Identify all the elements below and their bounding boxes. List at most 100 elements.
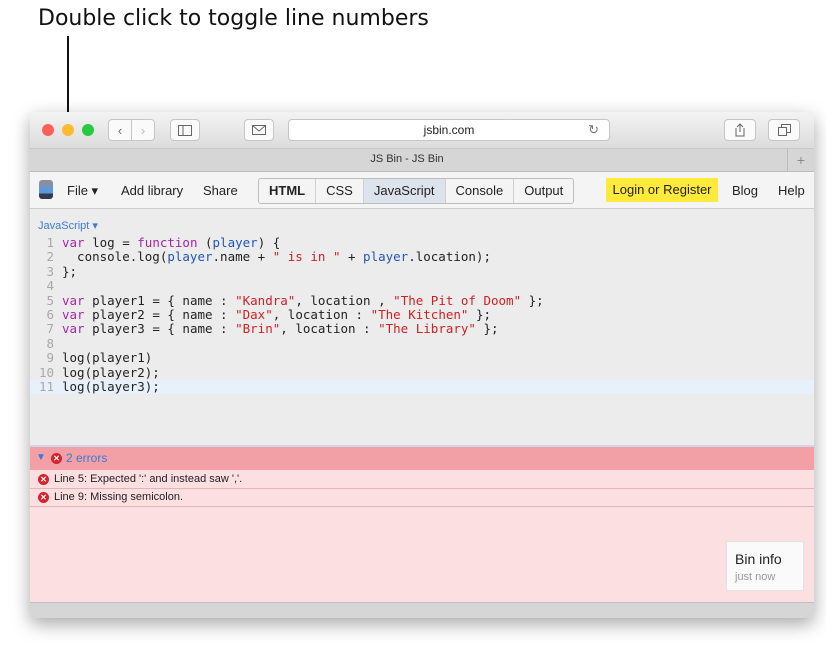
code-line[interactable]: 5 var player1 = { name : "Kandra", locati… <box>30 292 814 308</box>
code-line[interactable]: 6 var player2 = { name : "Dax", location … <box>30 306 814 322</box>
line-number[interactable]: 1 <box>30 235 62 250</box>
code-token: var <box>62 292 93 308</box>
code-token: "The Pit of Doom" <box>393 292 522 308</box>
panel-tab-html[interactable]: HTML <box>259 179 315 203</box>
line-number[interactable]: 8 <box>30 336 62 351</box>
code-line[interactable]: 10 log(player2); <box>30 364 814 380</box>
code-token: player <box>212 235 258 250</box>
code-line[interactable]: 7 var player3 = { name : "Brin", location… <box>30 321 814 337</box>
line-number[interactable]: 10 <box>30 365 62 380</box>
panel-tab-css[interactable]: CSS <box>315 179 363 203</box>
code-token: , location : <box>280 321 379 337</box>
error-message: Line 9: Missing semicolon. <box>54 491 184 503</box>
forward-button[interactable]: › <box>131 119 155 141</box>
share-button[interactable] <box>724 119 756 141</box>
code-token: log = <box>92 235 138 250</box>
panel-tab-console[interactable]: Console <box>444 179 514 203</box>
line-number[interactable]: 9 <box>30 350 62 365</box>
mail-button[interactable] <box>244 119 274 141</box>
javascript-panel-label[interactable]: JavaScript ▾ <box>38 219 98 232</box>
browser-tab[interactable]: JS Bin - JS Bin <box>30 153 784 165</box>
address-url: jsbin.com <box>423 123 475 137</box>
code-token: log(player3); <box>62 378 160 394</box>
bin-info-title: Bin info <box>735 551 782 567</box>
line-number[interactable]: 5 <box>30 293 62 308</box>
error-icon: ✕ <box>51 453 62 464</box>
new-tab-button[interactable]: + <box>787 149 814 171</box>
code-editor[interactable]: 1 var log = function (player) {2 console.… <box>30 235 814 395</box>
code-token: , location , <box>295 292 394 308</box>
chevron-right-icon: › <box>140 123 146 138</box>
blog-link[interactable]: Blog <box>732 183 758 198</box>
login-register-button[interactable]: Login or Register <box>606 178 718 202</box>
code-token: function <box>137 235 205 250</box>
line-number[interactable]: 11 <box>30 379 62 394</box>
address-bar[interactable]: jsbin.com ↻ <box>288 119 610 141</box>
file-menu[interactable]: File ▾ <box>67 183 98 199</box>
browser-window: ‹ › jsbin.com ↻ JS Bin - JS Bin + File ▾… <box>30 112 814 618</box>
code-token: var <box>62 321 93 337</box>
line-number[interactable]: 6 <box>30 307 62 322</box>
sidebar-toggle-button[interactable] <box>170 119 200 141</box>
line-number[interactable]: 2 <box>30 249 62 264</box>
panel-tab-output[interactable]: Output <box>513 179 573 203</box>
tabs-icon <box>777 124 791 136</box>
code-line[interactable]: 3}; <box>30 263 814 279</box>
code-token: }; <box>468 306 492 322</box>
minimize-window-button[interactable] <box>62 124 74 136</box>
collapse-arrow-icon[interactable]: ▼ <box>36 452 46 463</box>
code-line[interactable]: 9 log(player1) <box>30 350 814 366</box>
chevron-left-icon: ‹ <box>117 123 123 138</box>
code-token: , location : <box>272 306 371 322</box>
show-tabs-button[interactable] <box>768 119 800 141</box>
code-token: }; <box>62 263 78 279</box>
panel-tab-javascript[interactable]: JavaScript <box>362 179 445 203</box>
bin-info-panel[interactable]: Bin info just now <box>726 541 804 591</box>
line-number[interactable]: 7 <box>30 321 62 336</box>
bin-info-timestamp: just now <box>735 571 776 583</box>
code-token: "The Kitchen" <box>370 306 469 322</box>
line-number[interactable]: 3 <box>30 264 62 279</box>
code-token: console.log( <box>62 249 168 265</box>
error-item: ✕ Line 5: Expected ':' and instead saw '… <box>30 472 814 489</box>
code-token: "The Library" <box>378 321 476 337</box>
errors-header[interactable]: ▼ ✕ 2 errors <box>30 445 814 470</box>
code-token: player <box>167 249 213 265</box>
close-window-button[interactable] <box>42 124 54 136</box>
jsbin-toolbar: File ▾ Add library Share HTML CSS JavaSc… <box>30 172 814 209</box>
code-token: "Kandra" <box>235 292 296 308</box>
code-token: }; <box>475 321 499 337</box>
share-menu[interactable]: Share <box>203 183 238 198</box>
zoom-window-button[interactable] <box>82 124 94 136</box>
add-library-menu[interactable]: Add library <box>121 183 183 198</box>
browser-toolbar: ‹ › jsbin.com ↻ <box>30 112 814 149</box>
code-line[interactable]: 11 log(player3); <box>30 378 814 395</box>
back-button[interactable]: ‹ <box>108 119 132 141</box>
code-token: "Brin" <box>235 321 281 337</box>
code-token: log(player1) <box>62 350 153 366</box>
code-line[interactable]: 1 var log = function (player) { <box>30 235 814 250</box>
help-link[interactable]: Help <box>778 183 805 198</box>
code-token: player2 = { name : <box>92 306 236 322</box>
code-token: ( <box>205 235 213 250</box>
browser-tab-bar: JS Bin - JS Bin + <box>30 149 814 172</box>
code-token: player3 = { name : <box>92 321 236 337</box>
error-item: ✕ Line 9: Missing semicolon. <box>30 490 814 507</box>
code-token: "Dax" <box>235 306 273 322</box>
code-token: ) { <box>257 235 281 250</box>
code-token: var <box>62 235 93 250</box>
line-number[interactable]: 4 <box>30 278 62 293</box>
code-token: " is in " <box>272 249 341 265</box>
code-token: log(player2); <box>62 364 160 380</box>
status-bar <box>30 602 814 618</box>
jsbin-logo[interactable] <box>39 180 53 199</box>
code-line[interactable]: 4 <box>30 278 814 293</box>
code-line[interactable]: 2 console.log(player.name + " is in " + … <box>30 249 814 265</box>
callout-text: Double click to toggle line numbers <box>38 6 429 31</box>
error-icon: ✕ <box>38 474 49 485</box>
error-count[interactable]: 2 errors <box>66 451 107 465</box>
mail-icon <box>252 125 266 135</box>
code-line[interactable]: 8 <box>30 336 814 351</box>
panel-toggle-group: HTML CSS JavaScript Console Output <box>258 178 575 204</box>
reload-icon[interactable]: ↻ <box>588 122 599 138</box>
